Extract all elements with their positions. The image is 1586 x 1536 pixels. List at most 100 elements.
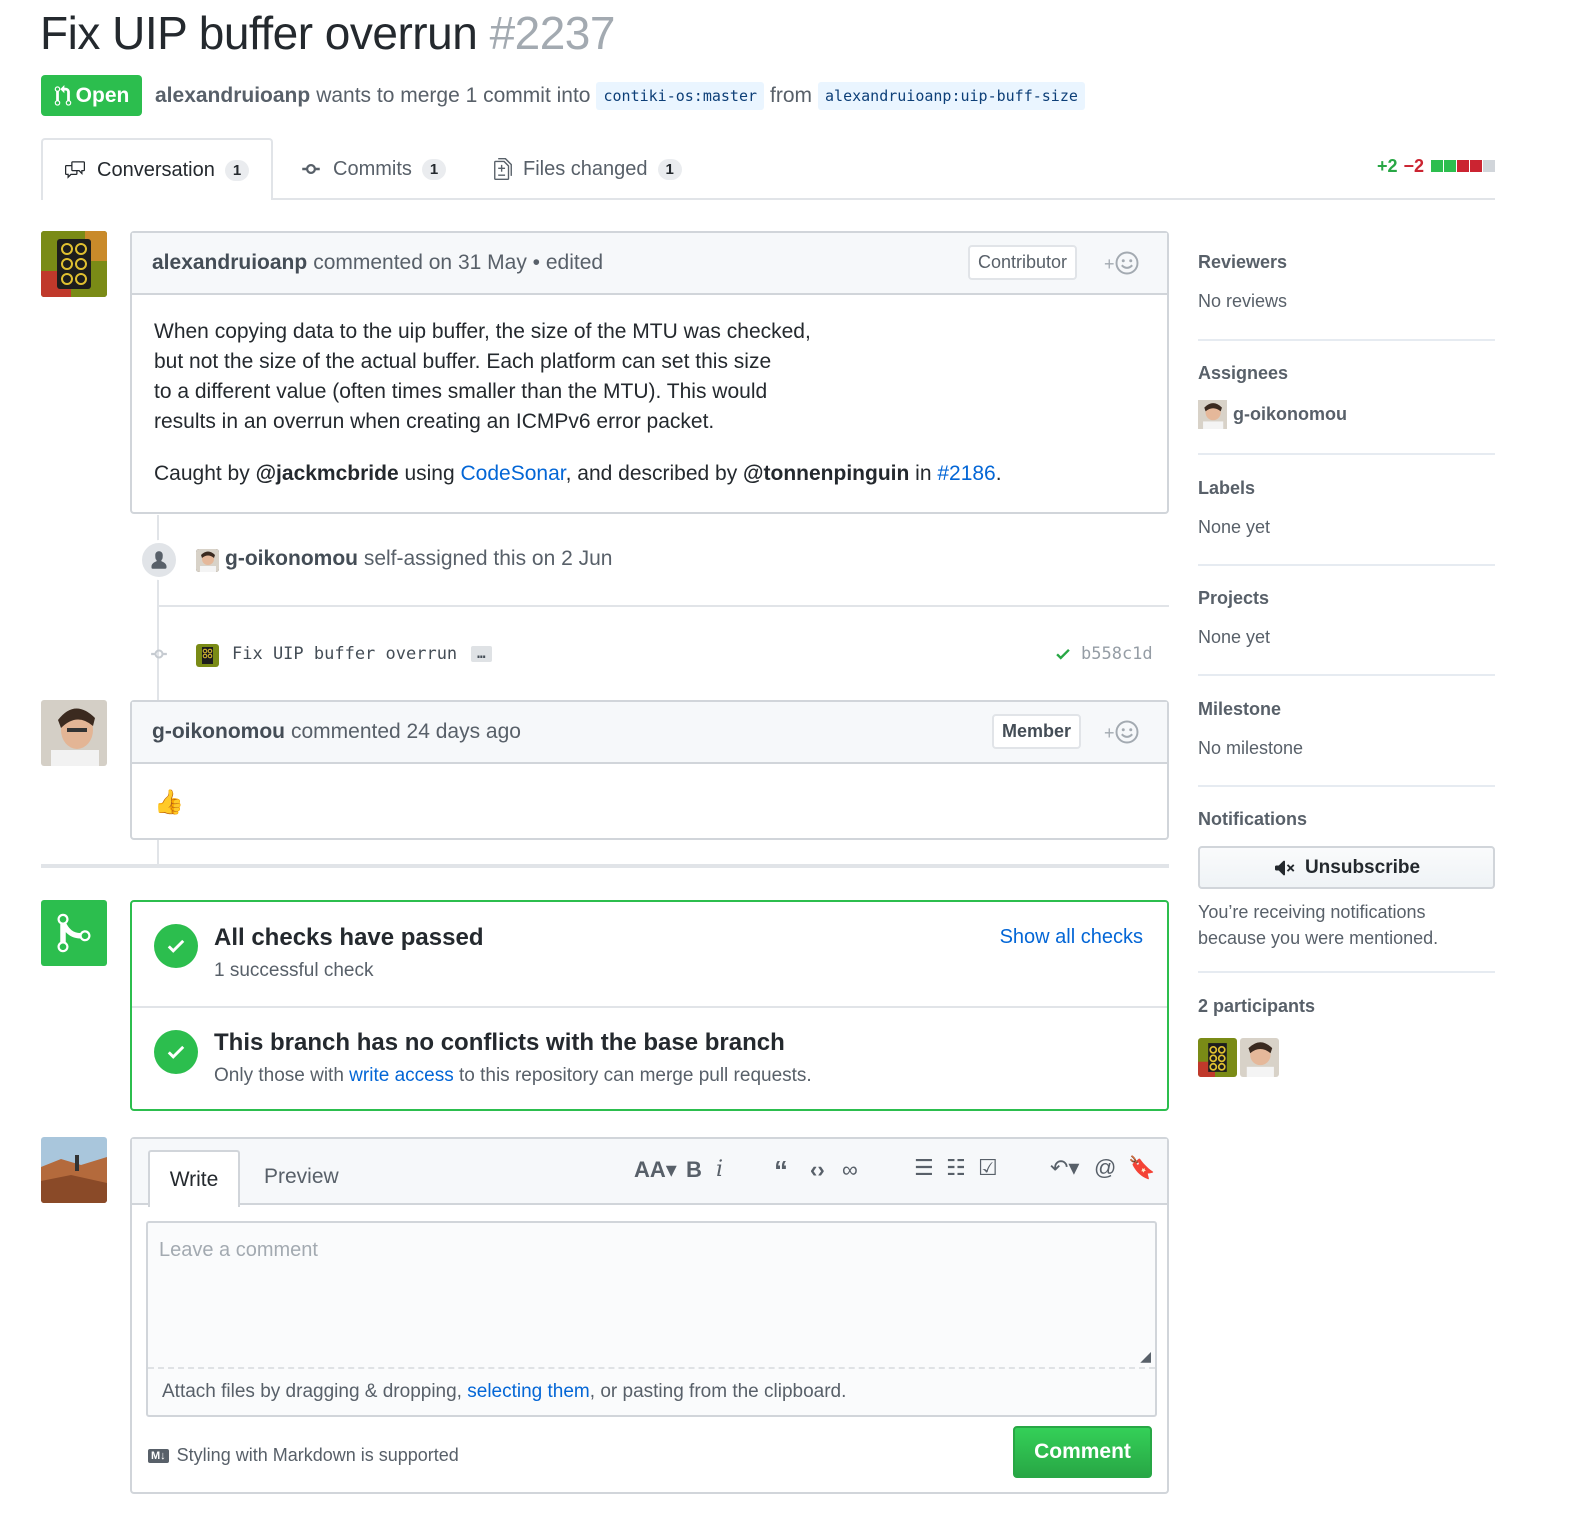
using-text: using [398, 462, 461, 485]
checks-subtitle: 1 successful check [214, 960, 374, 981]
assignee-row[interactable]: g-oikonomou [1198, 400, 1495, 429]
comment-1-header: alexandruioanp commented on 31 May • edi… [132, 233, 1167, 295]
notifications-heading: Notifications [1198, 809, 1308, 829]
reviewers-heading[interactable]: Reviewers [1198, 252, 1495, 273]
labels-value: None yet [1198, 517, 1271, 537]
add-reaction-2-icon[interactable]: + [1104, 720, 1139, 744]
sidebar-notifications: Notifications Unsubscribe You’re receivi… [1198, 809, 1495, 973]
period-text: . [995, 462, 1002, 485]
mention-jackmcbride[interactable]: @jackmcbride [256, 462, 399, 485]
task-list-icon[interactable]: ☑ [978, 1155, 998, 1181]
bookmark-icon[interactable]: 🔖 [1128, 1155, 1155, 1181]
state-label: Open [75, 83, 130, 107]
participant-avatar-1[interactable] [1198, 1038, 1237, 1077]
commit-author-avatar[interactable] [196, 644, 219, 667]
pr-author-link[interactable]: alexandruioanp [155, 84, 310, 108]
assignee-avatar-icon [1198, 400, 1227, 429]
mention-tonnenpinguin[interactable]: @tonnenpinguin [743, 462, 909, 485]
merge-divider [41, 864, 1169, 868]
diffstat: +2 −2 [1377, 156, 1495, 177]
select-files-link[interactable]: selecting them [467, 1381, 590, 1402]
commit-row: Fix UIP buffer overrun … [232, 644, 492, 664]
pull-request-icon [54, 84, 71, 106]
caught-text: Caught by [154, 462, 256, 485]
projects-heading[interactable]: Projects [1198, 588, 1495, 609]
add-reaction-icon[interactable]: + [1104, 251, 1139, 275]
markdown-hint[interactable]: M↓ Styling with Markdown is supported [148, 1445, 459, 1466]
event-user-link[interactable]: g-oikonomou [225, 547, 358, 570]
tab-commits-label: Commits [333, 157, 412, 180]
bold-icon[interactable]: B [686, 1157, 702, 1183]
tab-conversation[interactable]: Conversation 1 [41, 138, 273, 200]
head-branch[interactable]: alexandruioanp:uip-buff-size [818, 82, 1085, 110]
comment-2: g-oikonomou commented 24 days ago Member… [130, 700, 1169, 840]
pr-tabs: Conversation 1 Commits 1 Files changed 1 [41, 138, 1495, 200]
reply-icon[interactable]: ↶▾ [1050, 1155, 1079, 1181]
merge-box-divider [132, 1006, 1167, 1008]
show-all-checks-link[interactable]: Show all checks [1000, 926, 1143, 949]
tab-files-changed[interactable]: Files changed 1 [473, 138, 702, 200]
g-oikonomou-avatar[interactable] [41, 700, 107, 766]
g-oikonomou-small-avatar[interactable] [196, 549, 219, 572]
notif-line-2: because you were mentioned. [1198, 928, 1439, 948]
unordered-list-icon[interactable]: ☰ [914, 1155, 934, 1181]
milestone-heading[interactable]: Milestone [1198, 699, 1495, 720]
described-text: , and described by [565, 462, 744, 485]
comment-meta[interactable]: commented on 31 May • edited [313, 251, 603, 275]
tab-files-count: 1 [657, 158, 682, 180]
issue-link[interactable]: #2186 [937, 462, 995, 485]
quote-icon[interactable]: “ [774, 1155, 788, 1187]
check-icon[interactable] [1053, 645, 1073, 663]
body-line-3: to a different value (often times smalle… [154, 380, 768, 403]
code-icon[interactable]: ‹› [810, 1157, 825, 1183]
event-text: self-assigned this on 2 Jun [363, 547, 613, 570]
tab-conversation-label: Conversation [97, 158, 215, 181]
comment-2-body: 👍 [132, 764, 1167, 841]
tab-commits-count: 1 [421, 158, 447, 180]
commit-icon [302, 164, 320, 174]
attach-post: , or pasting from the clipboard. [589, 1381, 847, 1402]
commit-sha-link[interactable]: b558c1d [1081, 644, 1153, 664]
commit-expand-button[interactable]: … [471, 646, 492, 662]
tab-preview[interactable]: Preview [264, 1165, 339, 1189]
tab-commits[interactable]: Commits 1 [279, 138, 466, 200]
no-conflicts-icon [154, 1030, 198, 1074]
codesonar-link[interactable]: CodeSonar [461, 462, 566, 485]
comment-button[interactable]: Comment [1013, 1426, 1152, 1478]
attach-hint: Attach files by dragging & dropping, sel… [162, 1381, 846, 1403]
text-size-icon[interactable]: AA▾ [634, 1157, 677, 1183]
state-badge: Open [41, 75, 142, 116]
italic-icon[interactable]: i [716, 1157, 723, 1182]
mute-icon [1274, 860, 1295, 875]
merge-box: All checks have passed 1 successful chec… [130, 900, 1169, 1111]
comment-paragraph-2: Caught by @jackmcbride using CodeSonar, … [154, 459, 1145, 489]
tab-write[interactable]: Write [148, 1150, 240, 1207]
participant-avatar-2[interactable] [1240, 1038, 1279, 1077]
reviewers-value: No reviews [1198, 291, 1288, 311]
comment-paragraph-1: When copying data to the uip buffer, the… [154, 317, 1145, 437]
ordered-list-icon[interactable]: ☷ [946, 1155, 966, 1181]
comment-discussion-icon [65, 161, 85, 179]
labels-heading[interactable]: Labels [1198, 478, 1495, 499]
base-branch[interactable]: contiki-os:master [596, 82, 765, 110]
author-avatar[interactable] [41, 231, 107, 297]
commit-message-link[interactable]: Fix UIP buffer overrun [232, 644, 457, 664]
comment-textarea[interactable]: Leave a comment ◢ [148, 1223, 1155, 1369]
comment-author-link[interactable]: alexandruioanp [152, 251, 307, 275]
assignees-heading[interactable]: Assignees [1198, 363, 1495, 384]
conflicts-subtitle: Only those with write access to this rep… [214, 1065, 812, 1087]
current-user-avatar[interactable] [41, 1137, 107, 1203]
comment-1: alexandruioanp commented on 31 May • edi… [130, 231, 1169, 514]
unsubscribe-button[interactable]: Unsubscribe [1198, 846, 1495, 889]
comment-2-meta[interactable]: commented 24 days ago [291, 720, 521, 744]
link-icon[interactable]: ∞ [842, 1157, 858, 1183]
write-access-link[interactable]: write access [349, 1065, 454, 1086]
sidebar-projects: Projects None yet [1198, 588, 1495, 676]
comment-2-author-link[interactable]: g-oikonomou [152, 720, 285, 744]
mention-icon[interactable]: @ [1094, 1155, 1116, 1181]
conflicts-post: to this repository can merge pull reques… [453, 1065, 812, 1086]
from-text: from [770, 84, 813, 107]
resize-handle-icon[interactable]: ◢ [1140, 1348, 1151, 1365]
milestone-value: No milestone [1198, 738, 1304, 758]
member-badge: Member [992, 714, 1082, 749]
